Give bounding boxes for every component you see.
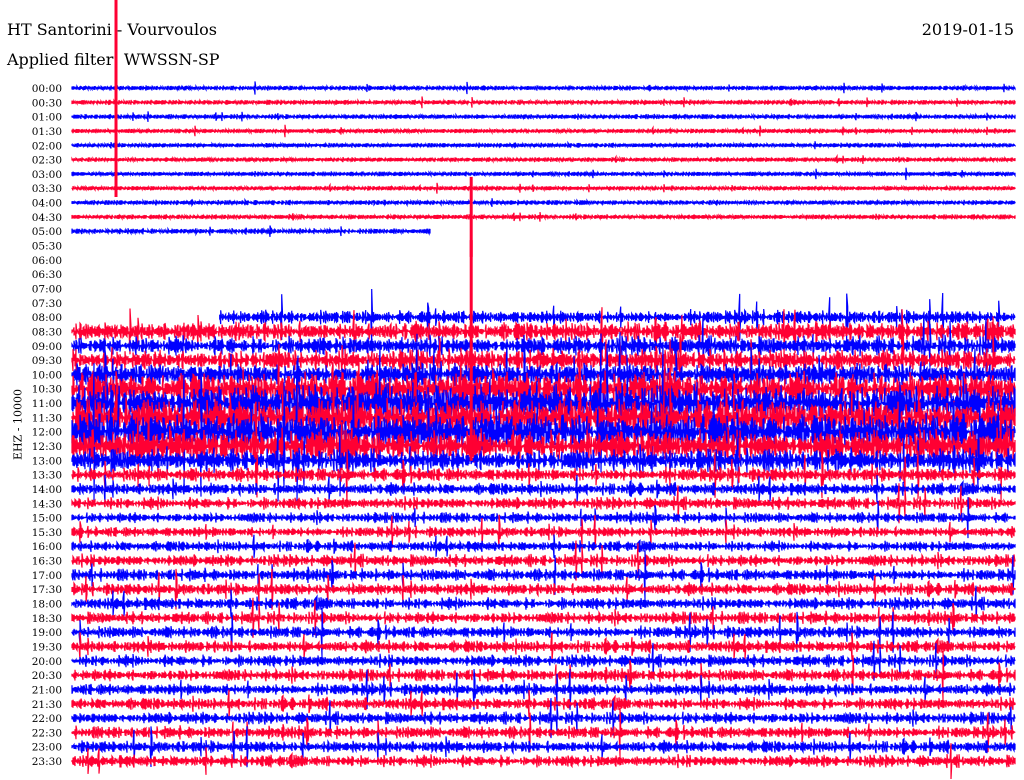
row-time-label: 04:00 bbox=[32, 198, 62, 210]
row-time-label: 14:30 bbox=[32, 498, 62, 510]
trace-row bbox=[71, 689, 1016, 718]
row-time-label: 19:30 bbox=[32, 641, 62, 653]
trace-row bbox=[71, 212, 1016, 222]
row-time-label: 10:30 bbox=[32, 384, 62, 396]
row-time-label: 08:30 bbox=[32, 326, 62, 338]
row-time-label: 04:30 bbox=[32, 212, 62, 224]
row-time-label: 07:00 bbox=[32, 283, 62, 295]
row-time-label: 12:00 bbox=[32, 427, 62, 439]
row-time-label: 21:00 bbox=[32, 684, 62, 696]
row-time-label: 17:00 bbox=[32, 570, 62, 582]
row-time-label: 22:30 bbox=[32, 727, 62, 739]
trace-row bbox=[71, 182, 1016, 194]
row-time-label: 06:00 bbox=[32, 255, 62, 267]
row-time-label: 03:30 bbox=[32, 183, 62, 195]
row-time-label: 02:00 bbox=[32, 140, 62, 152]
row-time-label: 13:30 bbox=[32, 470, 62, 482]
row-time-label: 16:30 bbox=[32, 556, 62, 568]
row-time-label: 15:30 bbox=[32, 527, 62, 539]
trace-row bbox=[71, 225, 431, 237]
row-time-label: 13:00 bbox=[32, 455, 62, 467]
row-time-label: 05:30 bbox=[32, 241, 62, 253]
row-time-label: 09:00 bbox=[32, 341, 62, 353]
helicorder-plot: 00:00 00:30 01:00 01:30 02:00 02:30 03:00 03:30… bbox=[32, 0, 1016, 780]
trace-row bbox=[71, 153, 1016, 164]
row-time-label: 05:00 bbox=[32, 226, 62, 238]
row-time-label: 22:00 bbox=[32, 713, 62, 725]
row-time-label: 09:30 bbox=[32, 355, 62, 367]
trace-row bbox=[71, 111, 1016, 122]
trace-row bbox=[71, 140, 1016, 150]
row-time-label: 01:30 bbox=[32, 126, 62, 138]
row-time-label: 18:30 bbox=[32, 613, 62, 625]
row-time-label: 18:00 bbox=[32, 599, 62, 611]
row-time-label: 17:30 bbox=[32, 584, 62, 596]
trace-row bbox=[71, 81, 1016, 95]
row-time-label: 10:00 bbox=[32, 369, 62, 381]
row-time-label: 23:00 bbox=[32, 742, 62, 754]
row-time-label: 21:30 bbox=[32, 699, 62, 711]
row-time-label: 16:00 bbox=[32, 541, 62, 553]
row-time-label: 11:30 bbox=[32, 412, 62, 424]
row-time-label: 00:00 bbox=[32, 83, 62, 95]
row-time-label: 14:00 bbox=[32, 484, 62, 496]
row-time-label: 20:00 bbox=[32, 656, 62, 668]
row-time-label: 12:30 bbox=[32, 441, 62, 453]
row-time-label: 07:30 bbox=[32, 298, 62, 310]
row-time-label: 02:30 bbox=[32, 155, 62, 167]
row-time-label: 19:00 bbox=[32, 627, 62, 639]
trace-row bbox=[71, 167, 1016, 181]
trace-row bbox=[71, 197, 1016, 208]
row-time-label: 15:00 bbox=[32, 513, 62, 525]
trace-row bbox=[71, 534, 1016, 559]
trace-row bbox=[71, 96, 1016, 109]
row-time-label: 23:30 bbox=[32, 756, 62, 768]
row-time-label: 20:30 bbox=[32, 670, 62, 682]
trace-row bbox=[71, 124, 1016, 138]
row-time-label: 01:00 bbox=[32, 112, 62, 124]
row-time-label: 06:30 bbox=[32, 269, 62, 281]
row-time-label: 03:00 bbox=[32, 169, 62, 181]
row-time-label: 11:00 bbox=[32, 398, 62, 410]
row-time-label: 00:30 bbox=[32, 97, 62, 109]
row-time-label: 08:00 bbox=[32, 312, 62, 324]
